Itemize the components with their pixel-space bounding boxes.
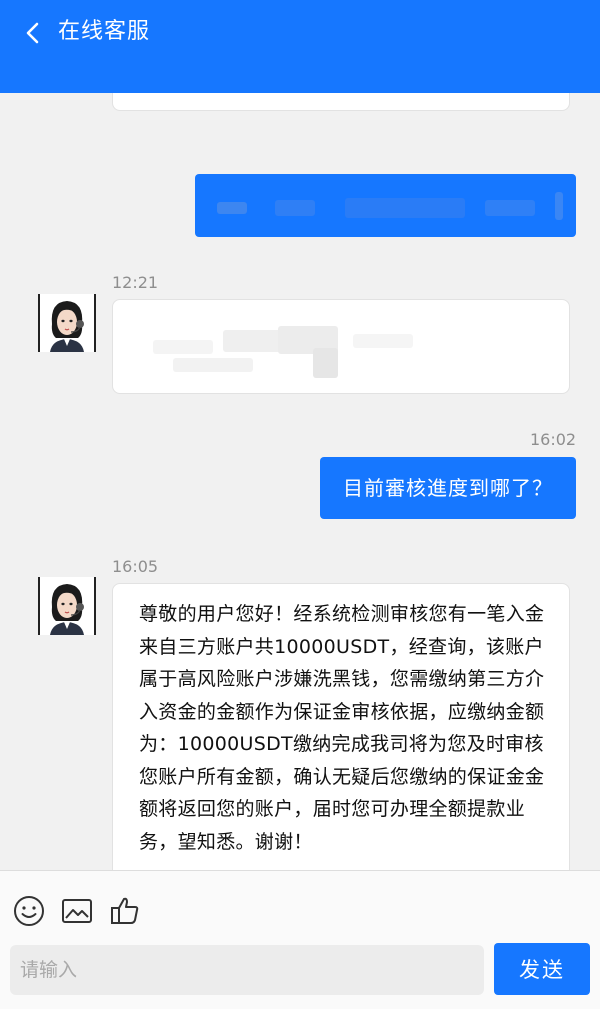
image-button[interactable] (59, 893, 95, 929)
message-timestamp: 16:02 (530, 430, 577, 449)
send-button[interactable]: 发送 (494, 943, 590, 995)
message-text: 目前審核進度到哪了？ (343, 476, 553, 500)
message-bubble-agent-previous (112, 93, 570, 111)
image-icon (62, 899, 92, 923)
app-header: 在线客服 (0, 0, 600, 93)
composer-bar: 发送 (0, 870, 600, 1009)
message-timestamp: 12:21 (112, 273, 159, 292)
chat-area[interactable]: 12:21 16:02 目前審核進度到哪了？ 16:05 尊敬的用户您好！经系统… (0, 93, 600, 870)
message-bubble-user-redacted (195, 174, 576, 237)
message-timestamp: 16:05 (112, 557, 159, 576)
message-bubble-agent: 尊敬的用户您好！经系统检测审核您有一笔入金来自三方账户共10000USDT，经查… (112, 583, 570, 870)
page-title: 在线客服 (58, 19, 151, 44)
thumbs-up-icon (111, 897, 139, 924)
message-text: 尊敬的用户您好！经系统检测审核您有一笔入金来自三方账户共10000USDT，经查… (139, 603, 545, 853)
message-bubble-user: 目前審核進度到哪了？ (320, 457, 576, 519)
agent-avatar[interactable] (38, 577, 96, 635)
agent-avatar[interactable] (38, 294, 96, 352)
emoji-button[interactable] (11, 893, 47, 929)
chevron-left-icon (26, 22, 39, 44)
back-button[interactable] (18, 18, 48, 48)
thumbs-up-button[interactable] (107, 893, 143, 929)
emoji-icon (14, 896, 44, 926)
message-input[interactable] (10, 945, 484, 995)
message-bubble-agent-redacted (112, 299, 570, 394)
